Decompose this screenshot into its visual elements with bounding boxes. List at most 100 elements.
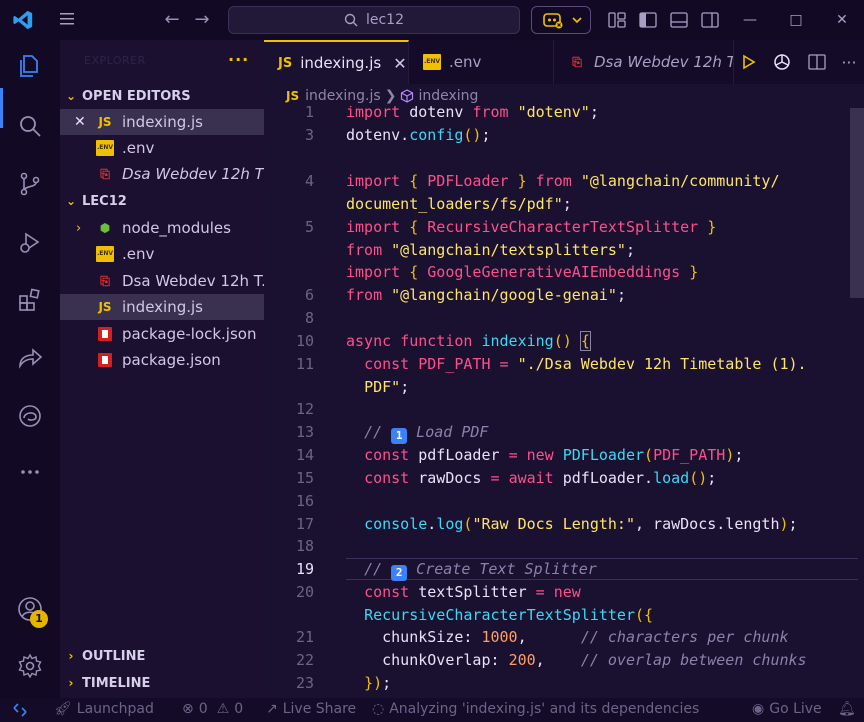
rocket-icon: 🚀︎ (54, 701, 72, 717)
remote-indicator[interactable] (0, 698, 40, 722)
chevron-right-icon: › (68, 649, 74, 663)
open-editor-env[interactable]: .ENV .env (60, 135, 264, 161)
copilot-button[interactable] (531, 6, 591, 34)
open-editors-section[interactable]: ⌄ OPEN EDITORS (60, 83, 264, 109)
tab-label: indexing.js (300, 54, 382, 72)
close-editor-icon[interactable]: ✕ (74, 114, 90, 130)
explorer-icon[interactable] (16, 52, 44, 80)
live-share-label: Live Share (282, 701, 357, 717)
js-file-icon: JS (98, 115, 112, 129)
line-number: 11 (295, 355, 314, 373)
tree-item-package-lock[interactable]: package-lock.json (60, 321, 264, 347)
code-line: const rawDocs = await pdfLoader.load(); (364, 469, 717, 487)
minimize-button[interactable]: — (740, 10, 760, 30)
run-icon[interactable] (741, 54, 757, 70)
line-number: 13 (295, 423, 314, 441)
forward-button[interactable]: → (191, 9, 213, 31)
line-number: 17 (295, 515, 314, 533)
search-text: lec12 (365, 12, 404, 28)
tree-item-package[interactable]: package.json (60, 347, 264, 373)
vscode-logo-icon[interactable] (12, 9, 34, 31)
live-share-item[interactable]: ↗ Live Share (266, 701, 356, 717)
env-file-icon: .ENV (96, 246, 114, 262)
maximize-button[interactable]: □ (786, 10, 806, 30)
outline-section[interactable]: › OUTLINE (60, 643, 264, 669)
error-icon: ⊗ (182, 701, 194, 717)
error-count: 0 (198, 701, 208, 717)
search-icon[interactable] (16, 112, 44, 140)
split-editor-icon[interactable] (807, 52, 827, 72)
line-number: 22 (295, 651, 314, 669)
timeline-label: TIMELINE (82, 675, 151, 691)
go-live-item[interactable]: ◉ Go Live (752, 701, 822, 717)
notifications-item[interactable]: 🔔︎ (838, 701, 856, 717)
settings-gear-icon[interactable] (16, 652, 44, 680)
tab-env[interactable]: .ENV .env (409, 40, 554, 84)
command-center-search[interactable]: lec12 (228, 6, 520, 34)
warning-count: 0 (234, 701, 244, 717)
more-actions-icon[interactable]: ··· (841, 53, 856, 72)
line-number-current: 19 (295, 560, 314, 578)
code-line: from "@langchain/textsplitters"; (346, 241, 635, 259)
back-button[interactable]: ← (161, 9, 183, 31)
explorer-title: EXPLORER (84, 54, 146, 67)
status-bar: 🚀︎ Launchpad ⊗ 0 ⚠ 0 ↗ Live Share ◌ Anal… (0, 698, 864, 722)
node-folder-icon: ⬢ (99, 221, 111, 235)
go-live-label: Go Live (769, 701, 822, 717)
tree-item-pdf[interactable]: ⎘ Dsa Webdev 12h T... (60, 268, 264, 294)
code-line: RecursiveCharacterTextSplitter({ (364, 606, 654, 624)
search-icon (344, 13, 358, 27)
open-editor-pdf[interactable]: ⎘ Dsa Webdev 12h Ti... (60, 161, 264, 187)
line-number: 16 (295, 492, 314, 510)
close-window-button[interactable]: ✕ (832, 10, 852, 30)
toggle-panel-icon[interactable] (669, 10, 689, 30)
tree-item-node-modules[interactable]: › ⬢ node_modules (60, 215, 264, 241)
code-line: }); (364, 674, 392, 692)
line-number: 21 (295, 628, 314, 646)
customize-layout-icon[interactable] (607, 10, 627, 30)
code-line: chunkSize: 1000, // characters per chunk (346, 628, 789, 646)
tab-pdf[interactable]: ⎘ Dsa Webdev 12h Tir (554, 40, 734, 84)
code-line: // 2 Create Text Splitter (364, 560, 597, 581)
lec12-folder-section[interactable]: ⌄ LEC12 (60, 188, 264, 214)
code-line: dotenv.config(); (346, 126, 491, 144)
open-editor-indexing[interactable]: ✕ JS indexing.js (60, 109, 264, 135)
tab-indexing[interactable]: JS indexing.js ✕ (264, 40, 409, 84)
toggle-sidebar-icon[interactable] (638, 10, 658, 30)
source-control-icon[interactable] (16, 170, 44, 198)
more-views-icon[interactable] (16, 458, 44, 486)
code-line: async function indexing() { (346, 331, 591, 351)
npm-file-icon (98, 327, 112, 341)
code-line: document_loaders/fs/pdf"; (346, 195, 572, 213)
js-file-icon: JS (98, 300, 112, 314)
file-label: .env (122, 139, 155, 157)
remote-icon (13, 703, 27, 717)
chevron-right-icon: › (76, 220, 82, 236)
file-label: Dsa Webdev 12h Ti... (122, 165, 264, 183)
menu-icon[interactable] (58, 10, 76, 28)
tree-item-indexing[interactable]: JS indexing.js (60, 294, 264, 320)
code-editor[interactable]: 1 3 4 5 6 8 10 11 12 13 14 15 16 17 18 1… (264, 106, 864, 698)
line-number: 1 (304, 106, 314, 121)
tab-label: .env (449, 53, 482, 71)
breadcrumb-symbol[interactable]: indexing (418, 88, 478, 104)
extensions-icon[interactable] (16, 286, 44, 314)
code-line: from "@langchain/google-genai"; (346, 286, 626, 304)
breadcrumb-file[interactable]: indexing.js (305, 88, 381, 104)
close-tab-icon[interactable]: ✕ (393, 54, 406, 73)
problems-item[interactable]: ⊗ 0 ⚠ 0 (182, 701, 243, 717)
pdf-file-icon: ⎘ (100, 167, 110, 181)
pdf-file-icon: ⎘ (100, 274, 110, 288)
activity-bar: 1 (0, 40, 60, 698)
launchpad-item[interactable]: 🚀︎ Launchpad (54, 701, 154, 717)
live-share-icon: ↗ (266, 701, 278, 717)
timeline-section[interactable]: › TIMELINE (60, 670, 264, 696)
explorer-more-button[interactable]: ··· (228, 50, 249, 69)
editor-scrollbar[interactable] (850, 108, 864, 298)
tree-item-env[interactable]: .ENV .env (60, 241, 264, 267)
toggle-secondary-sidebar-icon[interactable] (700, 10, 720, 30)
chatgpt-icon[interactable] (772, 52, 792, 72)
run-debug-icon[interactable] (16, 228, 44, 256)
edge-devtools-icon[interactable] (16, 402, 44, 430)
live-share-icon[interactable] (16, 344, 44, 372)
